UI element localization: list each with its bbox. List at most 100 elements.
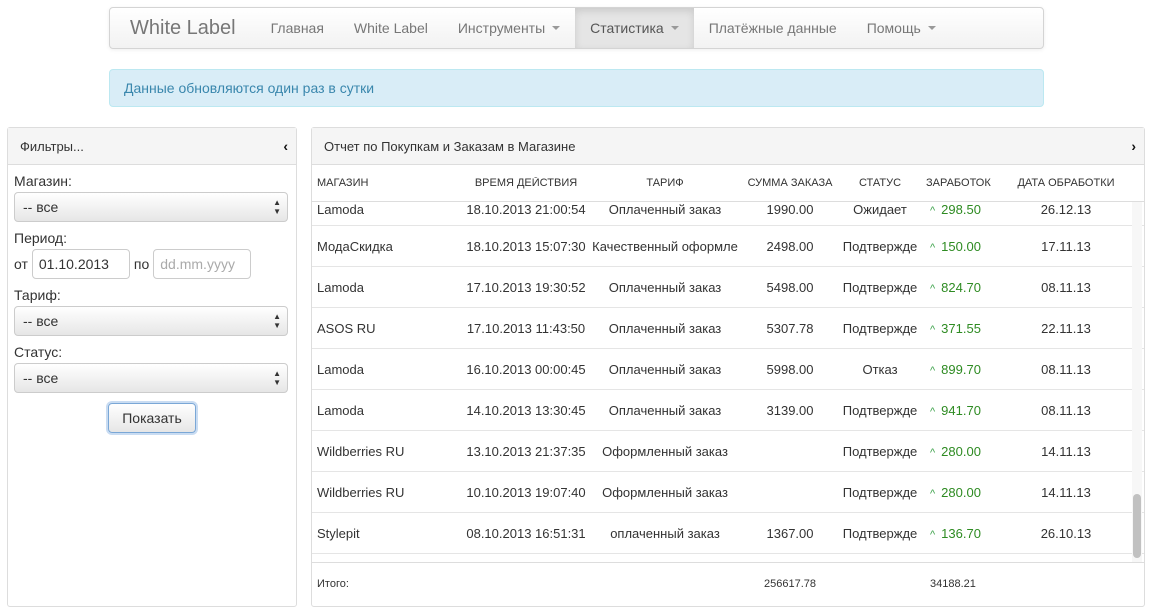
top-navbar: White Label Главная White Label Инструме… <box>109 7 1044 49</box>
col-header-tariff[interactable]: Тариф <box>590 177 740 189</box>
cell-tariff: Оплаченный заказ <box>608 320 722 336</box>
nav-statistics[interactable]: Статистика <box>575 8 694 48</box>
cell-tariff: Качественный оформле <box>592 238 738 254</box>
cell-earn: ^ 280.00 <box>920 444 1010 459</box>
cell-status: Подтвержде <box>842 238 918 254</box>
cell-shop: Lamoda <box>317 202 364 217</box>
brand-logo[interactable]: White Label <box>110 8 256 48</box>
info-alert-text: Данные обновляются один раз в сутки <box>124 80 375 96</box>
show-button[interactable]: Показать <box>108 403 196 433</box>
report-heading: Отчет по Покупкам и Заказам в Магазине › <box>312 128 1144 165</box>
filters-heading: Фильтры... ‹ <box>8 128 296 165</box>
cell-tariff: Оформленный заказ <box>602 443 728 459</box>
chevron-up-icon: ^ <box>930 405 936 418</box>
cell-time: 17.10.2013 19:30:52 <box>466 279 586 295</box>
table-row: Lamoda 16.10.2013 00:00:45 Оплаченный за… <box>312 349 1144 390</box>
cell-sum: 5498.00 <box>766 279 814 295</box>
cell-earn: ^ 899.70 <box>920 362 1010 377</box>
cell-status: Подтвержде <box>842 320 918 336</box>
table-row: Lamoda 17.10.2013 19:30:52 Оплаченный за… <box>312 267 1144 308</box>
caret-down-icon <box>670 26 679 30</box>
cell-status: Подтвержде <box>842 443 918 459</box>
collapse-right-icon[interactable]: › <box>1131 138 1136 154</box>
totals-label: Итого: <box>317 577 349 590</box>
col-header-earn[interactable]: Заработок <box>920 177 1010 189</box>
cell-earn-value: 899.70 <box>941 361 981 377</box>
cell-date: 26.12.13 <box>1040 202 1092 217</box>
cell-earn-value: 150.00 <box>941 238 981 254</box>
nav-statistics-label: Статистика <box>590 20 664 36</box>
col-header-shop[interactable]: Магазин <box>312 177 462 189</box>
col-header-status[interactable]: Статус <box>840 177 920 189</box>
cell-date: 14.11.13 <box>1041 443 1091 459</box>
cell-date: 08.11.13 <box>1041 361 1091 377</box>
shop-select-value: -- все <box>23 199 59 215</box>
nav-home[interactable]: Главная <box>256 8 339 48</box>
nav-tools[interactable]: Инструменты <box>443 8 575 48</box>
tariff-select-value: -- все <box>23 313 59 329</box>
status-select-value: -- все <box>23 370 59 386</box>
tariff-label: Тариф: <box>14 287 61 303</box>
cell-earn-value: 941.70 <box>941 402 981 418</box>
cell-date: 14.11.13 <box>1041 484 1091 500</box>
date-from-input[interactable]: 01.10.2013 <box>31 249 130 279</box>
col-header-sum[interactable]: Сумма заказа <box>740 177 840 189</box>
nav-payment-data[interactable]: Платёжные данные <box>694 8 852 48</box>
select-arrows-icon: ▲ ▼ <box>273 198 281 216</box>
cell-earn-value: 136.70 <box>941 525 981 541</box>
nav-white-label[interactable]: White Label <box>339 8 443 48</box>
cell-date: 08.11.13 <box>1041 402 1091 418</box>
table-row: Lamoda 14.10.2013 13:30:45 Оплаченный за… <box>312 390 1144 431</box>
nav-help[interactable]: Помощь <box>852 8 951 48</box>
cell-shop: Wildberries RU <box>317 484 405 500</box>
chevron-up-icon: ^ <box>930 282 936 295</box>
chevron-up-icon: ^ <box>930 323 936 336</box>
status-select[interactable]: -- все ▲ ▼ <box>14 363 288 393</box>
nav-white-label-label: White Label <box>353 20 428 36</box>
cell-earn: ^ 371.55 <box>920 321 1010 336</box>
cell-sum: 1990.00 <box>766 202 814 217</box>
cell-earn-value: 824.70 <box>941 279 981 295</box>
date-from-value: 01.10.2013 <box>38 256 109 272</box>
period-from-label: от <box>14 256 28 272</box>
cell-time: 17.10.2013 11:43:50 <box>466 320 586 336</box>
cell-earn-value: 280.00 <box>941 484 981 500</box>
cell-shop: Lamoda <box>317 402 364 418</box>
cell-date: 26.10.13 <box>1040 525 1092 541</box>
cell-status: Подтвержде <box>842 484 918 500</box>
chevron-up-icon: ^ <box>930 241 936 254</box>
cell-sum: 1367.00 <box>766 525 814 541</box>
collapse-left-icon[interactable]: ‹ <box>283 138 288 154</box>
cell-earn: ^ 136.70 <box>920 526 1010 541</box>
cell-status: Подтвержде <box>842 525 918 541</box>
cell-date: 22.11.13 <box>1041 320 1091 336</box>
shop-select[interactable]: -- все ▲ ▼ <box>14 192 288 222</box>
table-row: ASOS RU 17.10.2013 11:43:50 Оплаченный з… <box>312 308 1144 349</box>
cell-earn: ^ 150.00 <box>920 239 1010 254</box>
tariff-select[interactable]: -- все ▲ ▼ <box>14 306 288 336</box>
col-header-date[interactable]: Дата обработки <box>1010 177 1122 189</box>
cell-shop: Lamoda <box>317 361 364 377</box>
cell-date: 08.11.13 <box>1041 279 1091 295</box>
cell-shop: ASOS RU <box>317 320 376 336</box>
table-body[interactable]: Lamoda 18.10.2013 21:00:54 Оплаченный за… <box>312 202 1144 562</box>
cell-status: Ожидает <box>853 202 907 217</box>
nav-home-label: Главная <box>270 20 324 36</box>
cell-earn-value: 280.00 <box>941 443 981 459</box>
totals-earn: 34188.21 <box>930 577 976 590</box>
cell-tariff: Оплаченный заказ <box>608 361 722 377</box>
table-scrollbar[interactable] <box>1132 202 1142 562</box>
cell-earn: ^ 280.00 <box>920 485 1010 500</box>
col-header-time[interactable]: Время действия <box>462 177 590 189</box>
date-to-input[interactable]: dd.mm.yyyy <box>153 249 252 279</box>
cell-sum: 3139.00 <box>766 402 814 418</box>
cell-shop: Stylepit <box>317 525 360 541</box>
cell-shop: Wildberries RU <box>317 443 405 459</box>
cell-time: 14.10.2013 13:30:45 <box>466 402 586 418</box>
cell-tariff: оплаченный заказ <box>610 525 720 541</box>
scrollbar-thumb[interactable] <box>1133 494 1141 558</box>
cell-tariff: Оплаченный заказ <box>608 202 722 217</box>
cell-time: 18.10.2013 21:00:54 <box>466 202 586 217</box>
cell-sum: 5307.78 <box>766 320 814 336</box>
cell-sum: 5998.00 <box>766 361 814 377</box>
